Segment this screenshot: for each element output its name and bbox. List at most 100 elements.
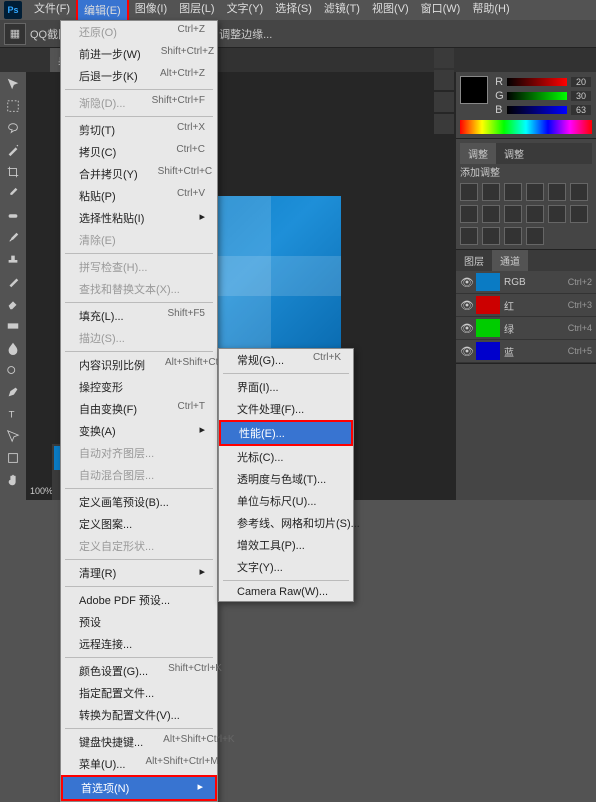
visibility-icon[interactable]: 👁	[460, 345, 472, 357]
menu-item[interactable]: 后退一步(K)Alt+Ctrl+Z	[61, 65, 217, 87]
adj-icon[interactable]	[482, 205, 500, 223]
menu-item[interactable]: 键盘快捷键...Alt+Shift+Ctrl+K	[61, 731, 217, 753]
menu-item[interactable]: Camera Raw(W)...	[219, 583, 353, 601]
move-tool[interactable]	[2, 74, 24, 94]
refine-edge-label[interactable]: 调整边缘...	[219, 26, 272, 42]
b-value[interactable]: 63	[571, 105, 591, 115]
adj-icon[interactable]	[504, 227, 522, 245]
menu-item[interactable]: 定义画笔预设(B)...	[61, 491, 217, 513]
menu-5[interactable]: 选择(S)	[269, 0, 318, 23]
menu-item[interactable]: 参考线、网格和切片(S)...	[219, 512, 353, 534]
menu-item[interactable]: 性能(E)...	[219, 420, 353, 446]
collapsed-panel-icon[interactable]	[434, 48, 454, 68]
menu-item[interactable]: 远程连接...	[61, 633, 217, 655]
brush-tool[interactable]	[2, 228, 24, 248]
adj-icon[interactable]	[482, 183, 500, 201]
wand-tool[interactable]	[2, 140, 24, 160]
menu-item[interactable]: 变换(A)▸	[61, 420, 217, 442]
menu-item[interactable]: 增效工具(P)...	[219, 534, 353, 556]
adj-icon[interactable]	[482, 227, 500, 245]
stamp-tool[interactable]	[2, 250, 24, 270]
g-value[interactable]: 30	[571, 91, 591, 101]
adj-icon[interactable]	[570, 205, 588, 223]
shape-tool[interactable]	[2, 448, 24, 468]
marquee-tool[interactable]	[2, 96, 24, 116]
menu-item[interactable]: 首选项(N)▸	[61, 775, 217, 801]
adjust-tab[interactable]: 调整	[460, 143, 496, 164]
channel-row[interactable]: 👁蓝Ctrl+5	[456, 340, 596, 363]
menu-item[interactable]: 拷贝(C)Ctrl+C	[61, 141, 217, 163]
channel-row[interactable]: 👁RGBCtrl+2	[456, 271, 596, 294]
foreground-swatch[interactable]	[460, 76, 488, 104]
channel-row[interactable]: 👁红Ctrl+3	[456, 294, 596, 317]
eraser-tool[interactable]	[2, 294, 24, 314]
menu-item[interactable]: 剪切(T)Ctrl+X	[61, 119, 217, 141]
collapsed-panel-icon[interactable]	[434, 114, 454, 134]
adj-icon[interactable]	[504, 205, 522, 223]
g-slider[interactable]	[507, 92, 567, 100]
menu-item[interactable]: 自由变换(F)Ctrl+T	[61, 398, 217, 420]
menu-8[interactable]: 窗口(W)	[415, 0, 467, 23]
heal-tool[interactable]	[2, 206, 24, 226]
adj-icon[interactable]	[504, 183, 522, 201]
adj-icon[interactable]	[548, 205, 566, 223]
visibility-icon[interactable]: 👁	[460, 322, 472, 334]
dodge-tool[interactable]	[2, 360, 24, 380]
menu-item[interactable]: 预设	[61, 611, 217, 633]
menu-item[interactable]: 光标(C)...	[219, 446, 353, 468]
adj-icon[interactable]	[570, 183, 588, 201]
type-tool[interactable]: T	[2, 404, 24, 424]
menu-item[interactable]: 内容识别比例Alt+Shift+Ctrl+C	[61, 354, 217, 376]
channels-tab[interactable]: 通道	[492, 250, 528, 271]
adj-icon[interactable]	[548, 183, 566, 201]
pen-tool[interactable]	[2, 382, 24, 402]
gradient-tool[interactable]	[2, 316, 24, 336]
menu-item[interactable]: 转换为配置文件(V)...	[61, 704, 217, 726]
path-tool[interactable]	[2, 426, 24, 446]
blur-tool[interactable]	[2, 338, 24, 358]
zoom-level[interactable]: 100%	[30, 486, 53, 496]
menu-9[interactable]: 帮助(H)	[466, 0, 515, 23]
menu-item[interactable]: 文件处理(F)...	[219, 398, 353, 420]
menu-7[interactable]: 视图(V)	[366, 0, 415, 23]
lasso-tool[interactable]	[2, 118, 24, 138]
menu-4[interactable]: 文字(Y)	[221, 0, 270, 23]
menu-6[interactable]: 滤镜(T)	[318, 0, 366, 23]
r-value[interactable]: 20	[571, 77, 591, 87]
menu-item[interactable]: 填充(L)...Shift+F5	[61, 305, 217, 327]
visibility-icon[interactable]: 👁	[460, 276, 472, 288]
adj-icon[interactable]	[526, 183, 544, 201]
adj-icon[interactable]	[460, 227, 478, 245]
adj-icon[interactable]	[460, 183, 478, 201]
adj-icon[interactable]	[526, 227, 544, 245]
visibility-icon[interactable]: 👁	[460, 299, 472, 311]
layers-tab[interactable]: 图层	[456, 250, 492, 271]
r-slider[interactable]	[507, 78, 567, 86]
menu-item[interactable]: Adobe PDF 预设...	[61, 589, 217, 611]
b-slider[interactable]	[507, 106, 567, 114]
menu-item[interactable]: 合并拷贝(Y)Shift+Ctrl+C	[61, 163, 217, 185]
menu-item[interactable]: 菜单(U)...Alt+Shift+Ctrl+M	[61, 753, 217, 775]
menu-item[interactable]: 选择性粘贴(I)▸	[61, 207, 217, 229]
color-spectrum[interactable]	[460, 120, 592, 134]
menu-item[interactable]: 单位与标尺(U)...	[219, 490, 353, 512]
menu-item[interactable]: 指定配置文件...	[61, 682, 217, 704]
eyedropper-tool[interactable]	[2, 184, 24, 204]
menu-item[interactable]: 定义图案...	[61, 513, 217, 535]
menu-item[interactable]: 清理(R)▸	[61, 562, 217, 584]
adj-icon[interactable]	[526, 205, 544, 223]
menu-item[interactable]: 透明度与色域(T)...	[219, 468, 353, 490]
menu-item[interactable]: 操控变形	[61, 376, 217, 398]
menu-item[interactable]: 文字(Y)...	[219, 556, 353, 578]
menu-item[interactable]: 前进一步(W)Shift+Ctrl+Z	[61, 43, 217, 65]
collapsed-panel-icon[interactable]	[434, 92, 454, 112]
collapsed-panel-icon[interactable]	[434, 70, 454, 90]
crop-tool[interactable]	[2, 162, 24, 182]
adjust-tab-2[interactable]: 调整	[496, 143, 532, 164]
menu-item[interactable]: 颜色设置(G)...Shift+Ctrl+K	[61, 660, 217, 682]
menu-item[interactable]: 常规(G)...Ctrl+K	[219, 349, 353, 371]
adj-icon[interactable]	[460, 205, 478, 223]
channel-row[interactable]: 👁绿Ctrl+4	[456, 317, 596, 340]
history-brush-tool[interactable]	[2, 272, 24, 292]
menu-item[interactable]: 界面(I)...	[219, 376, 353, 398]
